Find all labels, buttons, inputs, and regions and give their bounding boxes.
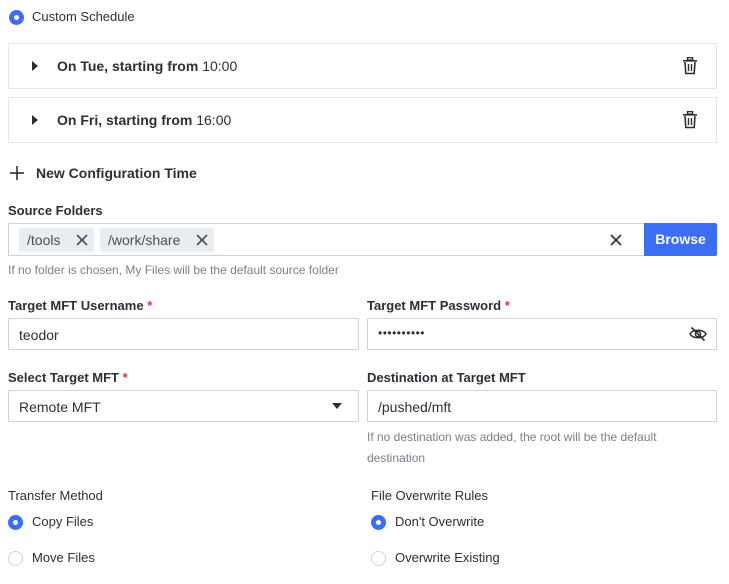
- folder-chip: /work/share: [100, 228, 214, 252]
- dont-overwrite-radio[interactable]: [371, 515, 386, 530]
- caret-right-icon[interactable]: [32, 115, 38, 125]
- close-icon[interactable]: [76, 234, 88, 246]
- target-mft-label: Select Target MFT *: [8, 370, 128, 385]
- username-value: teodor: [19, 327, 59, 343]
- destination-hint-line1: If no destination was added, the root wi…: [367, 430, 657, 444]
- password-input[interactable]: ••••••••••: [367, 318, 717, 350]
- close-icon[interactable]: [196, 234, 208, 246]
- move-files-radio[interactable]: [8, 551, 23, 566]
- move-files-label: Move Files: [32, 550, 95, 565]
- trash-icon[interactable]: [682, 111, 698, 129]
- destination-label: Destination at Target MFT: [367, 370, 526, 385]
- overwrite-rules-label: File Overwrite Rules: [371, 488, 489, 503]
- folder-chip: /tools: [19, 228, 94, 252]
- required-mark: *: [147, 298, 153, 313]
- folder-chip-label: /tools: [27, 232, 61, 248]
- copy-files-radio[interactable]: [8, 515, 23, 530]
- destination-hint-line2: destination: [367, 451, 426, 465]
- password-value: ••••••••••: [378, 326, 426, 340]
- custom-schedule-radio[interactable]: [9, 10, 24, 25]
- caret-down-icon[interactable]: [332, 403, 342, 409]
- password-label-text: Target MFT Password: [367, 298, 502, 313]
- schedule-entry-time: 10:00: [202, 58, 238, 74]
- schedule-entry-time: 16:00: [196, 112, 232, 128]
- eye-off-icon[interactable]: [689, 326, 707, 342]
- target-mft-label-text: Select Target MFT: [8, 370, 120, 385]
- caret-right-icon[interactable]: [32, 61, 38, 71]
- source-folders-input[interactable]: /tools /work/share: [8, 223, 645, 256]
- schedule-entry[interactable]: On Fri, starting from 16:00: [8, 97, 717, 143]
- overwrite-existing-radio[interactable]: [371, 551, 386, 566]
- username-label-text: Target MFT Username: [8, 298, 144, 313]
- username-input[interactable]: teodor: [8, 318, 359, 350]
- custom-schedule-label: Custom Schedule: [32, 9, 135, 24]
- plus-icon: [10, 166, 24, 180]
- copy-files-label: Copy Files: [32, 514, 94, 529]
- destination-input[interactable]: /pushed/mft: [367, 390, 717, 422]
- dont-overwrite-label: Don't Overwrite: [395, 514, 485, 529]
- destination-value: /pushed/mft: [378, 399, 452, 415]
- transfer-method-label: Transfer Method: [8, 488, 103, 503]
- browse-button[interactable]: Browse: [644, 223, 717, 256]
- password-label: Target MFT Password *: [367, 298, 510, 313]
- target-mft-select[interactable]: Remote MFT: [8, 390, 359, 422]
- add-configuration-time-label: New Configuration Time: [36, 165, 197, 181]
- trash-icon[interactable]: [682, 57, 698, 75]
- source-folders-label: Source Folders: [8, 203, 103, 218]
- schedule-entry[interactable]: On Tue, starting from 10:00: [8, 43, 717, 89]
- target-mft-selected: Remote MFT: [19, 399, 101, 415]
- username-label: Target MFT Username *: [8, 298, 152, 313]
- folder-chip-label: /work/share: [108, 232, 181, 248]
- clear-all-icon[interactable]: [610, 234, 622, 246]
- required-mark: *: [504, 298, 510, 313]
- overwrite-existing-label: Overwrite Existing: [395, 550, 500, 565]
- add-configuration-time-button[interactable]: New Configuration Time: [8, 163, 208, 183]
- schedule-entry-prefix: On Tue, starting from: [57, 58, 199, 74]
- source-folders-hint: If no folder is chosen, My Files will be…: [8, 263, 339, 277]
- required-mark: *: [122, 370, 128, 385]
- schedule-entry-prefix: On Fri, starting from: [57, 112, 193, 128]
